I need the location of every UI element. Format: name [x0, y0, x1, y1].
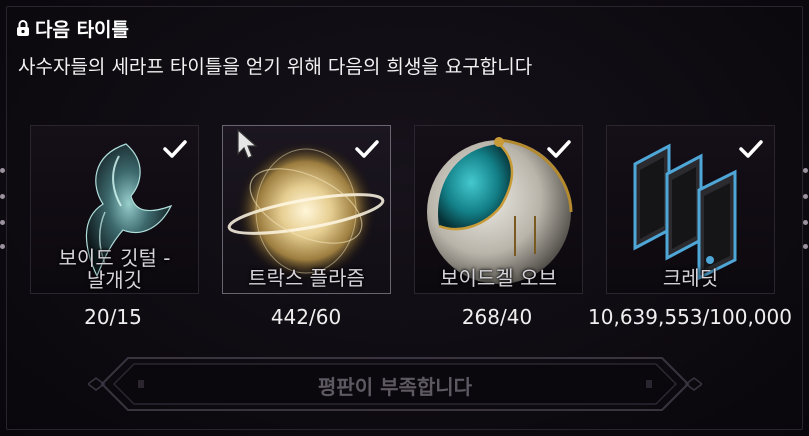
unlock-button-label: 평판이 부족합니다 — [317, 375, 473, 399]
page-subtitle: 사수자들의 세라프 타이틀을 얻기 위해 다음의 희생을 요구합니다 — [18, 56, 533, 78]
requirement-name: 트락스 플라즘 — [248, 266, 365, 290]
right-edge-ornament — [803, 150, 809, 250]
checkmark-icon — [739, 140, 763, 158]
lock-icon — [17, 20, 29, 36]
requirement-card-void-feather[interactable]: 보이드 깃털 - 날개깃 — [30, 125, 199, 294]
requirement-count: 442/60 — [270, 305, 342, 329]
page-title: 다음 타이틀 — [35, 18, 130, 41]
checkmark-icon — [547, 140, 571, 158]
requirement-count: 268/40 — [461, 305, 533, 329]
requirement-count: 10,639,553/100,000 — [588, 305, 792, 329]
checkmark-icon — [163, 140, 187, 158]
requirement-card-credits[interactable]: 크레딧 — [606, 125, 775, 294]
requirement-name: 보이드 깃털 - 날개깃 — [58, 246, 171, 292]
requirement-count: 20/15 — [84, 305, 142, 329]
mouse-cursor-icon — [237, 128, 258, 159]
requirement-name: 크레딧 — [662, 266, 719, 290]
checkmark-icon — [355, 140, 379, 158]
left-edge-ornament — [0, 150, 6, 250]
unlock-title-button[interactable]: 평판이 부족합니다 — [88, 354, 702, 414]
sacrifice-panel: 다음 타이틀 사수자들의 세라프 타이틀을 얻기 위해 다음의 희생을 요구합니… — [0, 0, 809, 436]
title-row: 다음 타이틀 — [16, 14, 129, 42]
requirement-list: 보이드 깃털 - 날개깃 트락스 플라즘 보이드겔 오브 크레딧 20/15 4… — [30, 125, 792, 331]
requirement-name: 보이드겔 오브 — [440, 266, 557, 290]
requirement-card-voidgel-orb[interactable]: 보이드겔 오브 — [414, 125, 583, 294]
